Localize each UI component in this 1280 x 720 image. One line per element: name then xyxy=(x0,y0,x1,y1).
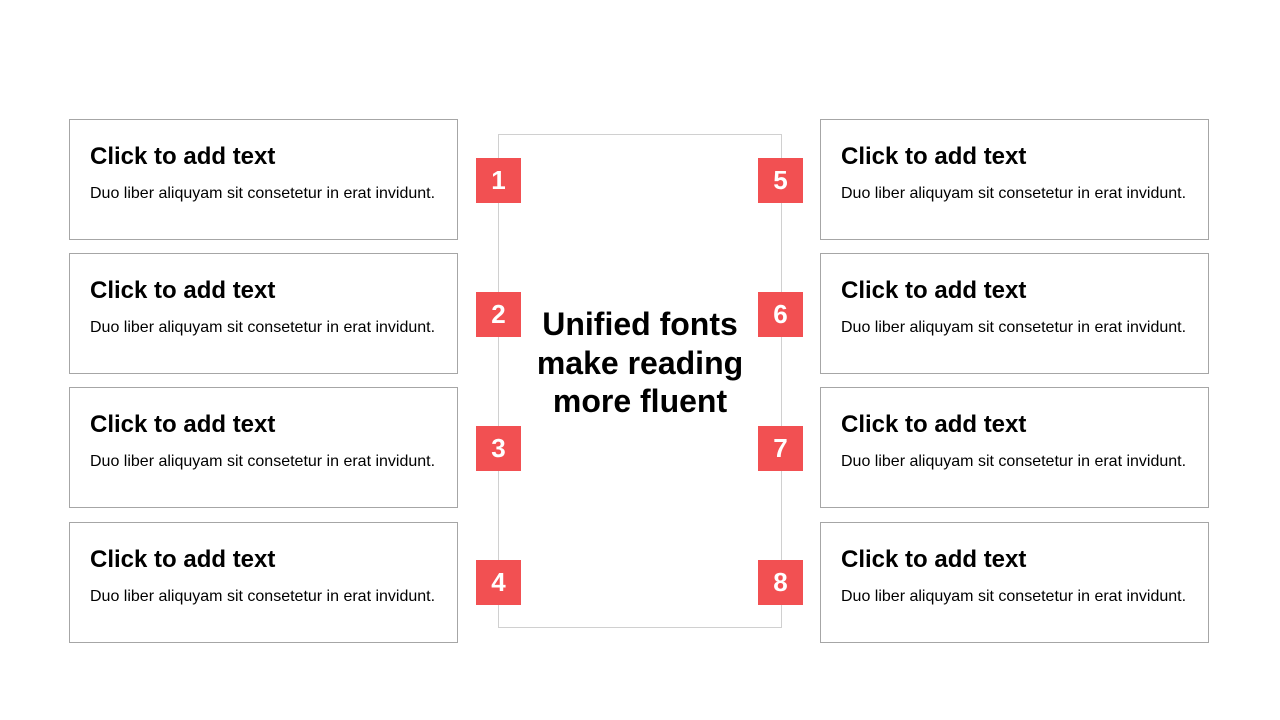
card-title[interactable]: Click to add text xyxy=(841,276,1026,306)
number-badge-4: 4 xyxy=(476,560,521,605)
card-description[interactable]: Duo liber aliquyam sit consetetur in era… xyxy=(841,184,1186,204)
number-badge-6: 6 xyxy=(758,292,803,337)
number-badge-7: 7 xyxy=(758,426,803,471)
card-title[interactable]: Click to add text xyxy=(90,142,275,172)
card-description[interactable]: Duo liber aliquyam sit consetetur in era… xyxy=(841,587,1186,607)
card-5[interactable]: Click to add text Duo liber aliquyam sit… xyxy=(820,119,1209,240)
card-title[interactable]: Click to add text xyxy=(90,545,275,575)
number-badge-5: 5 xyxy=(758,158,803,203)
card-description[interactable]: Duo liber aliquyam sit consetetur in era… xyxy=(841,318,1186,338)
card-4[interactable]: Click to add text Duo liber aliquyam sit… xyxy=(69,522,458,643)
card-6[interactable]: Click to add text Duo liber aliquyam sit… xyxy=(820,253,1209,374)
card-title[interactable]: Click to add text xyxy=(841,142,1026,172)
card-description[interactable]: Duo liber aliquyam sit consetetur in era… xyxy=(90,184,435,204)
card-2[interactable]: Click to add text Duo liber aliquyam sit… xyxy=(69,253,458,374)
slide: Unified fonts make reading more fluent C… xyxy=(0,0,1280,720)
number-badge-1: 1 xyxy=(476,158,521,203)
card-title[interactable]: Click to add text xyxy=(841,410,1026,440)
card-title[interactable]: Click to add text xyxy=(841,545,1026,575)
card-description[interactable]: Duo liber aliquyam sit consetetur in era… xyxy=(90,318,435,338)
number-badge-3: 3 xyxy=(476,426,521,471)
number-badge-8: 8 xyxy=(758,560,803,605)
card-title[interactable]: Click to add text xyxy=(90,410,275,440)
card-3[interactable]: Click to add text Duo liber aliquyam sit… xyxy=(69,387,458,508)
card-8[interactable]: Click to add text Duo liber aliquyam sit… xyxy=(820,522,1209,643)
card-description[interactable]: Duo liber aliquyam sit consetetur in era… xyxy=(90,587,435,607)
card-description[interactable]: Duo liber aliquyam sit consetetur in era… xyxy=(841,452,1186,472)
card-7[interactable]: Click to add text Duo liber aliquyam sit… xyxy=(820,387,1209,508)
center-title[interactable]: Unified fonts make reading more fluent xyxy=(520,305,760,421)
number-badge-2: 2 xyxy=(476,292,521,337)
card-title[interactable]: Click to add text xyxy=(90,276,275,306)
card-description[interactable]: Duo liber aliquyam sit consetetur in era… xyxy=(90,452,435,472)
card-1[interactable]: Click to add text Duo liber aliquyam sit… xyxy=(69,119,458,240)
